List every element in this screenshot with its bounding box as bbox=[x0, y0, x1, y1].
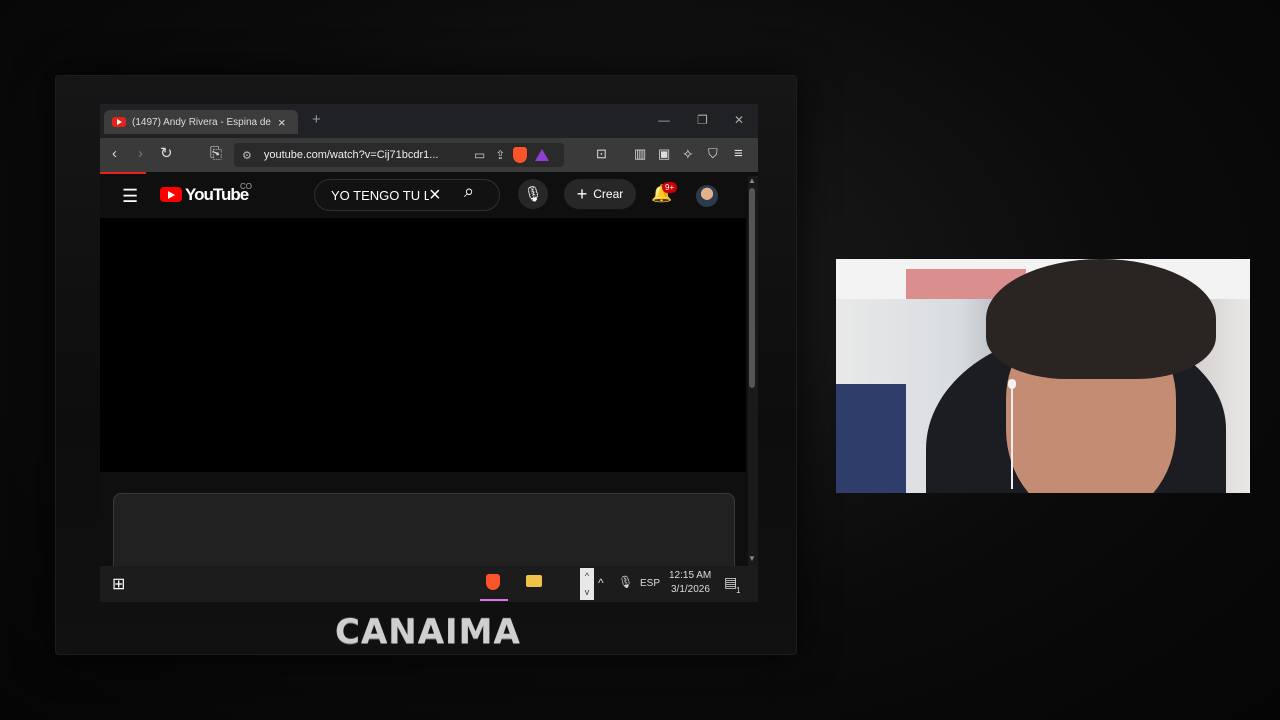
language-indicator[interactable]: ESP bbox=[640, 578, 660, 589]
clock-time[interactable]: 12:15 AM bbox=[669, 570, 711, 581]
forward-icon[interactable]: › bbox=[138, 146, 143, 162]
webcam-person-hair bbox=[986, 259, 1216, 379]
restore-icon[interactable]: ❐ bbox=[697, 113, 708, 127]
clear-search-icon[interactable]: × bbox=[429, 184, 441, 207]
earphone-icon bbox=[1008, 379, 1016, 389]
monitor-brand: CANAIMA bbox=[335, 612, 521, 652]
voice-search-button[interactable]: 🎙 bbox=[518, 179, 548, 209]
search-value[interactable]: YO TENGO TU LÓ bbox=[331, 188, 429, 203]
file-explorer-icon[interactable] bbox=[526, 574, 542, 591]
window-close-icon[interactable]: ✕ bbox=[734, 113, 744, 127]
microphone-icon: 🎙 bbox=[523, 186, 543, 203]
avatar[interactable] bbox=[696, 185, 718, 207]
page-load-progress bbox=[100, 172, 146, 174]
url-text[interactable]: youtube.com/watch?v=Cij71bcdr1... bbox=[264, 149, 464, 161]
plus-icon: + bbox=[576, 183, 588, 204]
tray-expand-icon[interactable]: ^ bbox=[598, 576, 604, 590]
brave-rewards-icon[interactable] bbox=[535, 149, 550, 161]
scroll-down-icon[interactable]: ▼ bbox=[748, 554, 756, 563]
webcam-feed bbox=[836, 259, 1250, 493]
webcam-chair bbox=[836, 384, 906, 493]
leo-ai-icon[interactable]: ✧ bbox=[682, 146, 694, 162]
scroll-up-icon[interactable]: ▲ bbox=[748, 176, 756, 185]
bookmark-icon[interactable]: ⎘ bbox=[210, 146, 222, 162]
create-label: Crear bbox=[593, 187, 624, 201]
windows-start-icon[interactable]: ⊞ bbox=[112, 574, 125, 594]
notification-count: 1 bbox=[736, 586, 741, 595]
browser-toolbar: ‹ › ↻ ⎘ ⚙ youtube.com/watch?v=Cij71bcdr1… bbox=[100, 138, 758, 172]
tray-scroll-control[interactable]: ^ v bbox=[580, 568, 594, 600]
clock-date[interactable]: 3/1/2026 bbox=[671, 584, 710, 595]
share-icon[interactable]: ⇪ bbox=[495, 148, 505, 162]
cast-icon[interactable]: ▭ bbox=[474, 148, 485, 162]
notification-badge: 9+ bbox=[662, 182, 678, 193]
browser-tabbar: (1497) Andy Rivera - Espina de R × + — ❐… bbox=[100, 104, 758, 138]
create-button[interactable]: + Crear bbox=[564, 179, 636, 209]
youtube-logo-text[interactable]: YouTube bbox=[185, 185, 249, 205]
minimize-icon[interactable]: — bbox=[658, 113, 670, 127]
sidebar-icon[interactable]: ▥ bbox=[634, 146, 646, 162]
page-scrollbar[interactable]: ▲ ▼ bbox=[748, 176, 758, 566]
youtube-header: ☰ YouTube CO YO TENGO TU LÓ × ⌕ 🎙 + Crea… bbox=[100, 172, 748, 218]
reload-icon[interactable]: ↻ bbox=[160, 146, 173, 162]
browser-tab[interactable]: (1497) Andy Rivera - Espina de R × bbox=[104, 110, 298, 134]
active-app-indicator bbox=[480, 599, 508, 601]
youtube-logo-icon[interactable] bbox=[160, 187, 182, 202]
search-icon[interactable]: ⌕ bbox=[464, 181, 474, 202]
tab-title: (1497) Andy Rivera - Espina de R bbox=[132, 116, 272, 128]
new-tab-icon[interactable]: + bbox=[312, 111, 321, 128]
back-icon[interactable]: ‹ bbox=[112, 146, 117, 162]
brave-shield-icon[interactable] bbox=[513, 147, 528, 163]
wallet-icon[interactable]: ▣ bbox=[658, 146, 670, 162]
scroll-thumb[interactable] bbox=[749, 188, 755, 388]
youtube-favicon-icon bbox=[112, 117, 126, 127]
screenshot-icon[interactable]: ⊡ bbox=[596, 146, 607, 162]
site-info-icon[interactable]: ⚙ bbox=[242, 149, 252, 162]
hamburger-icon[interactable]: ☰ bbox=[122, 186, 138, 207]
tab-close-icon[interactable]: × bbox=[278, 115, 286, 130]
menu-icon[interactable]: ≡ bbox=[734, 146, 743, 162]
video-player[interactable] bbox=[100, 218, 746, 472]
earphone-cable bbox=[1011, 389, 1013, 489]
country-code: CO bbox=[240, 182, 252, 191]
address-bar[interactable]: ⚙ youtube.com/watch?v=Cij71bcdr1... ▭ ⇪ bbox=[234, 143, 564, 167]
vpn-icon[interactable]: ⛉ bbox=[708, 146, 718, 162]
microphone-tray-icon[interactable]: 🎙 bbox=[618, 575, 633, 589]
screen: (1497) Andy Rivera - Espina de R × + — ❐… bbox=[100, 104, 758, 602]
windows-taskbar: ⊞ ^ v ^ 🎙 ESP 12:15 AM 3/1/2026 ▤ 1 bbox=[100, 566, 758, 602]
brave-browser-icon[interactable] bbox=[486, 574, 500, 594]
